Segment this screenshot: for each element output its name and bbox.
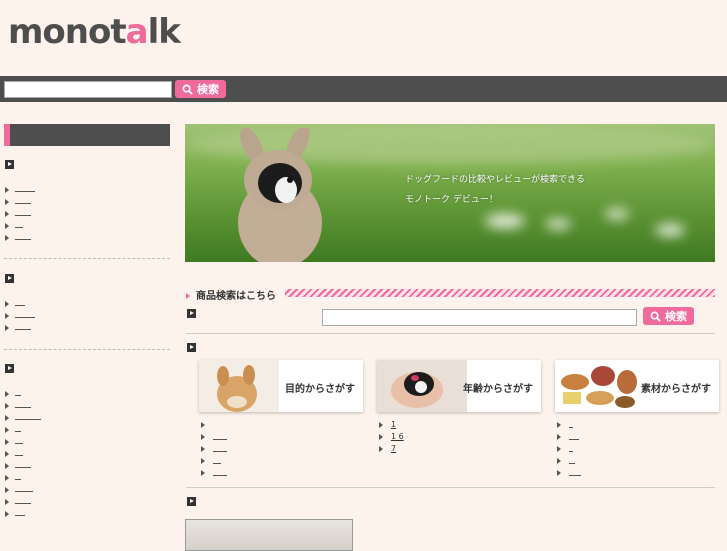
list-item[interactable] — [557, 455, 581, 467]
product-search-title: 商品検索はこちら — [186, 287, 276, 302]
list-item[interactable]: 7 — [379, 443, 404, 455]
age-link[interactable]: 1 6 — [391, 432, 404, 441]
list-item[interactable] — [5, 460, 41, 472]
stripe-divider — [285, 289, 715, 297]
play-bullet-icon — [187, 497, 196, 506]
list-item[interactable] — [557, 467, 581, 479]
list-item[interactable] — [5, 310, 35, 322]
list-item[interactable] — [5, 184, 35, 196]
sidebar-list-2 — [5, 298, 35, 334]
age-links: 1 1 6 7 — [379, 419, 404, 455]
list-item[interactable]: 1 6 — [379, 431, 404, 443]
logo-text: monotalk — [8, 12, 181, 52]
list-item[interactable] — [5, 322, 35, 334]
list-item[interactable] — [201, 455, 227, 467]
play-bullet-icon — [5, 364, 14, 373]
sidebar-list-3 — [5, 388, 41, 520]
dog-in-costume-image — [238, 128, 322, 262]
list-item[interactable] — [5, 208, 35, 220]
list-item[interactable] — [5, 472, 41, 484]
list-item[interactable] — [5, 400, 41, 412]
divider — [4, 258, 170, 259]
ingredient-links — [557, 419, 581, 479]
food-ingredients-image — [555, 360, 645, 412]
card-label: 目的からさがす — [285, 384, 355, 395]
list-item[interactable] — [5, 388, 41, 400]
list-item[interactable] — [201, 443, 227, 455]
card-label: 年齢からさがす — [463, 384, 533, 395]
list-item[interactable] — [5, 448, 41, 460]
hero-subtitle: モノトーク デビュー！ — [405, 195, 498, 205]
list-item[interactable] — [557, 419, 581, 431]
list-item[interactable] — [5, 232, 35, 244]
list-item[interactable] — [557, 431, 581, 443]
card-by-purpose[interactable]: 目的からさがす — [199, 360, 363, 412]
list-item[interactable] — [557, 443, 581, 455]
list-item[interactable] — [5, 412, 41, 424]
hero-banner[interactable]: ドッグフードの比較やレビューが検索できる モノトーク デビュー！ — [185, 124, 715, 262]
play-bullet-icon — [187, 343, 196, 352]
list-item[interactable] — [201, 467, 227, 479]
play-bullet-icon — [187, 309, 196, 318]
list-item[interactable] — [5, 298, 35, 310]
product-search-button[interactable]: 検索 — [643, 307, 694, 325]
chihuahua-image — [199, 360, 279, 412]
top-search-input[interactable] — [4, 81, 172, 98]
age-link[interactable]: 7 — [391, 444, 396, 453]
site-logo[interactable]: monotalk — [8, 12, 181, 52]
age-link[interactable]: 1 — [391, 420, 396, 429]
card-label: 素材からさがす — [641, 384, 711, 395]
list-item[interactable] — [5, 508, 41, 520]
list-item[interactable]: 1 — [379, 419, 404, 431]
divider — [186, 333, 715, 334]
sidebar-header — [4, 124, 170, 146]
card-by-ingredient[interactable]: 素材からさがす — [555, 360, 719, 412]
puppy-image — [377, 360, 467, 412]
play-bullet-icon — [5, 160, 14, 169]
article-thumbnail[interactable] — [185, 519, 353, 551]
list-item[interactable] — [201, 419, 227, 431]
sidebar-list-1 — [5, 184, 35, 244]
search-icon — [650, 311, 661, 322]
list-item[interactable] — [201, 431, 227, 443]
card-by-age[interactable]: 年齢からさがす — [377, 360, 541, 412]
list-item[interactable] — [5, 424, 41, 436]
divider — [186, 487, 715, 488]
list-item[interactable] — [5, 220, 35, 232]
top-search-button[interactable]: 検索 — [175, 80, 226, 98]
list-item[interactable] — [5, 484, 41, 496]
list-item[interactable] — [5, 496, 41, 508]
hero-tagline: ドッグフードの比較やレビューが検索できる — [405, 175, 585, 185]
search-icon — [182, 84, 193, 95]
top-search-bar: 検索 — [0, 76, 727, 102]
purpose-links — [201, 419, 227, 479]
divider — [4, 349, 170, 350]
list-item[interactable] — [5, 436, 41, 448]
product-search-input[interactable] — [322, 309, 637, 326]
play-bullet-icon — [5, 274, 14, 283]
list-item[interactable] — [5, 196, 35, 208]
